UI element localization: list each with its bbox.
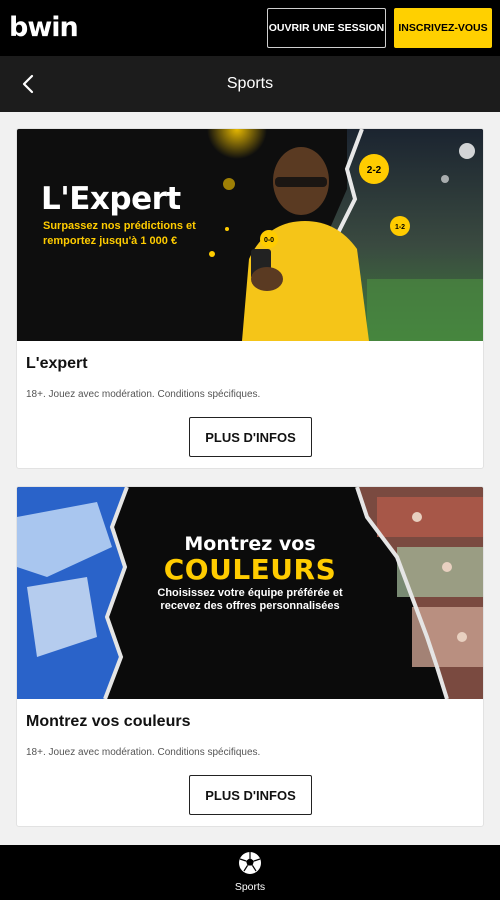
couleurs-banner-headline-accent: COULEURS — [163, 553, 337, 586]
promo-terms: 18+. Jouez avec modération. Conditions s… — [26, 389, 261, 400]
couleurs-banner-tagline-text: Choisissez votre équipe préférée et rece… — [157, 587, 343, 612]
svg-text:1-2: 1-2 — [395, 224, 405, 231]
more-info-button[interactable]: PLUS D'INFOS — [189, 775, 312, 815]
nav-label-sports: Sports — [234, 881, 266, 893]
svg-text:0-0: 0-0 — [264, 237, 274, 244]
promo-title: Montrez vos couleurs — [26, 713, 191, 730]
expert-banner-tagline: Surpassez nos prédictions et remportez j… — [43, 220, 196, 247]
chevron-left-icon — [22, 74, 34, 94]
page-header: Sports — [0, 56, 500, 112]
soccer-ball-icon — [239, 852, 261, 874]
more-info-button[interactable]: PLUS D'INFOS — [189, 417, 312, 457]
couleurs-banner-headline: Montrez vos — [184, 533, 316, 555]
couleurs-banner-tagline: Choisissez votre équipe préférée et rece… — [17, 587, 483, 613]
back-button[interactable] — [14, 70, 42, 98]
expert-banner-headline: L'Expert — [41, 181, 181, 217]
bottom-navigation: Sports — [0, 845, 500, 900]
svg-text:2-2: 2-2 — [367, 165, 382, 176]
promo-terms: 18+. Jouez avec modération. Conditions s… — [26, 747, 261, 758]
nav-item-sports[interactable]: Sports — [215, 845, 285, 900]
promo-card-expert: 2-2 1-2 0-0 L'Expert Surpassez nos prédi… — [16, 128, 484, 469]
promo-title: L'expert — [26, 355, 88, 372]
login-button[interactable]: OUVRIR UNE SESSION — [267, 8, 386, 48]
bwin-logo[interactable]: bwin — [9, 12, 79, 43]
promo-banner-expert[interactable]: 2-2 1-2 0-0 L'Expert Surpassez nos prédi… — [17, 129, 483, 341]
promo-banner-couleurs[interactable]: Montrez vos COULEURS Choisissez votre éq… — [17, 487, 483, 699]
promo-card-couleurs: Montrez vos COULEURS Choisissez votre éq… — [16, 486, 484, 827]
page-title: Sports — [226, 75, 274, 92]
register-button[interactable]: INSCRIVEZ-VOUS — [394, 8, 492, 48]
top-header: bwin OUVRIR UNE SESSION INSCRIVEZ-VOUS — [0, 0, 500, 56]
